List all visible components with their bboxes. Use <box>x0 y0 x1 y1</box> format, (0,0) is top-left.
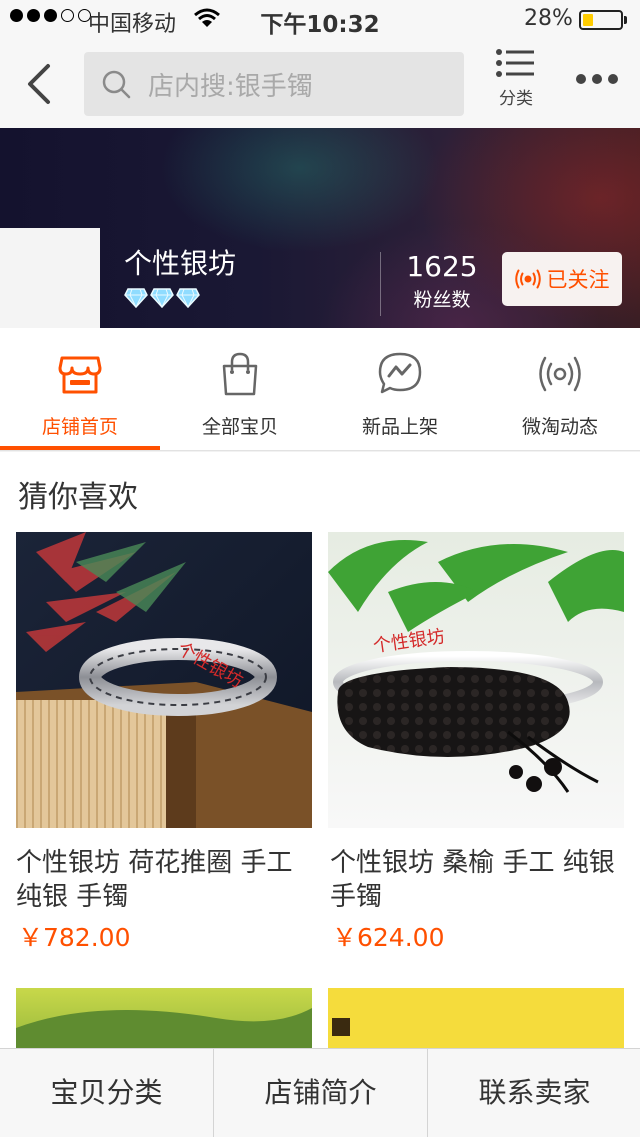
battery-tip <box>624 16 627 24</box>
active-tab-indicator <box>0 446 160 450</box>
item-category-button[interactable]: 宝贝分类 <box>0 1049 213 1137</box>
search-icon <box>102 70 132 104</box>
tab-shop-home[interactable]: 店铺首页 <box>0 328 160 450</box>
category-button[interactable]: 分类 <box>490 48 542 109</box>
shop-tabs: 店铺首页 全部宝贝 新品上架 微淘动态 <box>0 328 640 451</box>
tab-label: 微淘动态 <box>521 416 598 438</box>
tab-label: 全部宝贝 <box>201 416 278 438</box>
category-label: 分类 <box>499 89 533 109</box>
storefront-icon <box>58 356 102 394</box>
tab-weitao[interactable]: 微淘动态 <box>480 328 640 450</box>
lightning-chat-icon <box>378 352 422 394</box>
diamond-icon <box>150 288 174 308</box>
tab-label: 新品上架 <box>361 416 438 438</box>
shop-header: 个性银坊 1625 粉丝数 已关注 <box>0 128 640 328</box>
shop-logo[interactable] <box>0 228 100 328</box>
shopping-bag-icon <box>222 352 258 396</box>
product-title[interactable]: 个性银坊 荷花推圈 手工 纯银 手镯 <box>16 846 306 914</box>
fans-count-block: 1625 粉丝数 <box>392 250 492 312</box>
tab-label: 店铺首页 <box>41 416 118 438</box>
product-price: ￥782.00 <box>18 923 131 952</box>
tab-all-items[interactable]: 全部宝贝 <box>160 328 320 450</box>
product-image[interactable]: 个性银坊 <box>16 532 312 828</box>
battery-percent: 28% <box>524 6 573 31</box>
product-price: ￥624.00 <box>332 923 445 952</box>
battery-icon <box>579 10 623 30</box>
chevron-left-icon[interactable] <box>24 62 56 110</box>
product-image[interactable]: 个性银坊 <box>328 532 624 828</box>
list-icon <box>496 49 536 82</box>
nav-bar: 店内搜:银手镯 分类 <box>0 40 640 129</box>
follow-button[interactable]: 已关注 <box>502 252 622 306</box>
fans-label: 粉丝数 <box>413 289 471 311</box>
broadcast-icon <box>539 356 581 392</box>
diamond-icon <box>124 288 148 308</box>
more-horizontal-icon[interactable] <box>576 74 618 84</box>
contact-seller-button[interactable]: 联系卖家 <box>427 1049 640 1137</box>
product-image[interactable] <box>16 988 312 1048</box>
tab-new-arrivals[interactable]: 新品上架 <box>320 328 480 450</box>
product-image[interactable] <box>328 988 624 1048</box>
shop-level-diamonds <box>124 288 200 308</box>
diamond-icon <box>176 288 200 308</box>
fans-count: 1625 <box>406 250 478 283</box>
broadcast-icon <box>514 269 541 289</box>
header-divider <box>380 252 381 316</box>
search-box[interactable]: 店内搜:银手镯 <box>84 52 464 116</box>
recommend-section: 猜你喜欢 个性银坊 个性银坊 荷花推圈 手工 纯银 手镯 ￥782.00 个性银… <box>0 452 640 1048</box>
shop-name: 个性银坊 <box>124 247 237 280</box>
shop-intro-button[interactable]: 店铺简介 <box>213 1049 427 1137</box>
follow-label: 已关注 <box>546 268 610 292</box>
section-title: 猜你喜欢 <box>18 480 138 515</box>
search-placeholder[interactable]: 店内搜:银手镯 <box>148 66 313 103</box>
bottom-action-bar: 宝贝分类 店铺简介 联系卖家 <box>0 1048 640 1137</box>
product-title[interactable]: 个性银坊 桑榆 手工 纯银手镯 <box>330 846 620 914</box>
status-bar: 中国移动 下午10:32 28% <box>0 0 640 40</box>
